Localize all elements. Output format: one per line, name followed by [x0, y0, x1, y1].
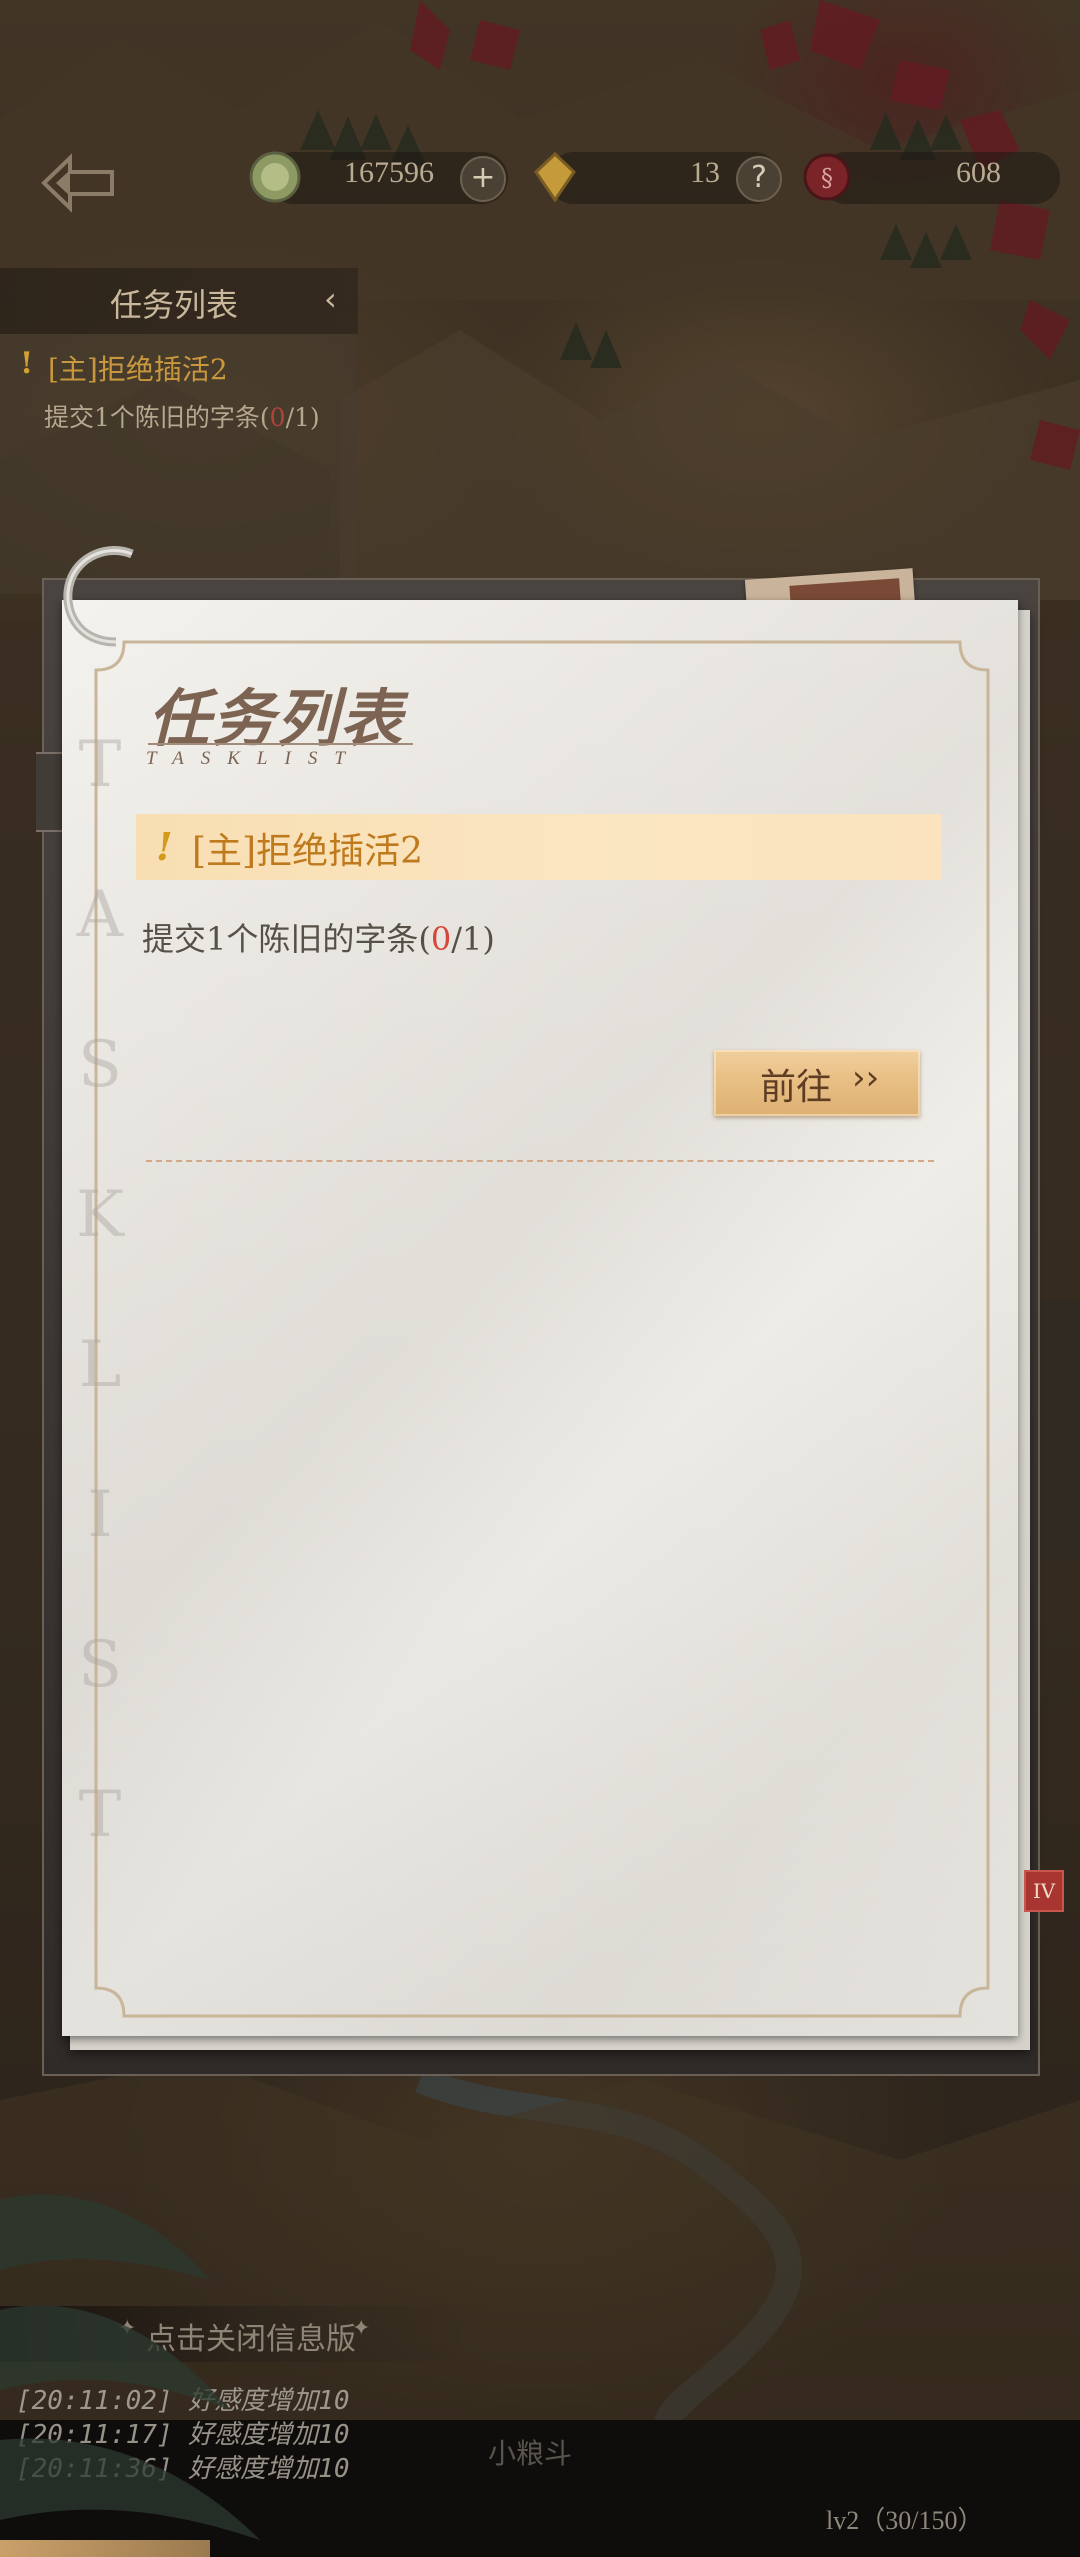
notebook-subtitle: TASKLIST [146, 748, 362, 769]
go-button-label: 前往 [760, 1067, 833, 1108]
coin-value: 167596 [344, 156, 434, 189]
side-quest-desc: 提交1个陈旧的字条(0/1) [44, 403, 320, 432]
token-counter [820, 152, 1060, 204]
help-icon: ? [751, 160, 767, 195]
add-coins-button[interactable]: + [460, 156, 506, 202]
gem-icon [534, 151, 576, 203]
back-button[interactable] [36, 150, 120, 216]
foreground-leaves [0, 2194, 260, 2540]
level-progress: lv2（30/150） [826, 2506, 984, 2535]
footer-name: 小粮斗 [488, 2437, 573, 2470]
quest-divider [146, 1160, 934, 1162]
gem-value: 13 [690, 156, 720, 189]
token-value: 608 [956, 156, 1001, 189]
plus-icon: + [470, 160, 496, 195]
quest-title: [主]拒绝插活2 [192, 831, 423, 872]
quest-progress: 0 [430, 920, 452, 958]
collapse-chevron-icon[interactable]: ‹ [324, 280, 337, 318]
level-badge[interactable]: IV [1024, 1870, 1064, 1912]
binder-ring-icon [63, 546, 134, 647]
svg-text:§: § [821, 164, 833, 192]
coin-icon [249, 151, 301, 203]
quest-description: 提交1个陈旧的字条(0/1) [142, 920, 495, 958]
side-quest-name[interactable]: [主]拒绝插活2 [48, 348, 228, 388]
double-chevron-right-icon: ›› [852, 1058, 880, 1098]
side-quest-alert-icon: ! [20, 346, 34, 381]
notebook-tab [36, 752, 64, 832]
tasklist-watermark: T A S K L I S T [76, 728, 124, 1852]
bottom-gold-trim [0, 2540, 210, 2557]
quest-alert-icon: ! [156, 824, 173, 869]
title-underline [148, 743, 413, 745]
token-icon: § [803, 153, 851, 201]
side-quest-title: 任务列表 [110, 286, 239, 324]
help-button[interactable]: ? [736, 156, 782, 202]
back-arrow-icon [41, 153, 114, 213]
